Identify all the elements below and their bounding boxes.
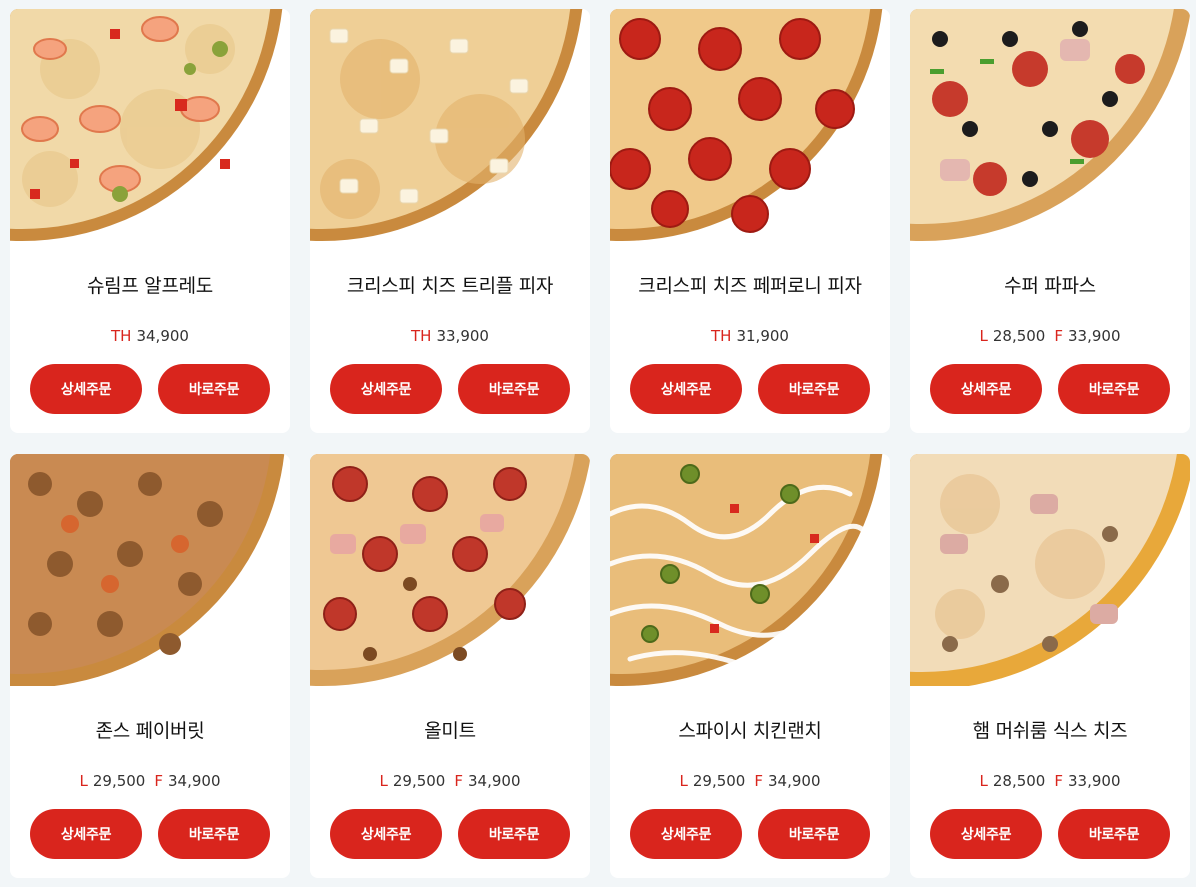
product-name: 햄 머쉬룸 식스 치즈 <box>972 720 1128 742</box>
product-name: 슈림프 알프레도 <box>86 275 213 297</box>
product-price: L 28,500 F 33,900 <box>910 772 1190 790</box>
quick-order-button[interactable]: 바로주문 <box>758 364 870 414</box>
size-label: TH <box>411 327 432 345</box>
price-value: 33,900 <box>1068 327 1121 345</box>
price-value: 33,900 <box>1068 772 1121 790</box>
pizza-image[interactable] <box>910 9 1190 241</box>
pizza-image[interactable] <box>310 9 590 241</box>
product-card: 존스 페이버릿 L 29,500 F 34,900 상세주문 바로주문 <box>10 454 290 878</box>
price-value: 28,500 <box>992 772 1046 790</box>
price-value: 34,900 <box>468 772 521 790</box>
size-label: F <box>1054 772 1063 790</box>
size-label: TH <box>711 327 732 345</box>
size-label: F <box>454 772 463 790</box>
product-price: L 28,500 F 33,900 <box>910 327 1190 345</box>
size-label: TH <box>111 327 132 345</box>
size-label: L <box>79 772 88 790</box>
product-card: 크리스피 치즈 페퍼로니 피자 TH 31,900 상세주문 바로주문 <box>610 9 890 433</box>
product-name: 크리스피 치즈 페퍼로니 피자 <box>638 275 862 297</box>
product-price: L 29,500 F 34,900 <box>10 772 290 790</box>
product-card: 수퍼 파파스 L 28,500 F 33,900 상세주문 바로주문 <box>910 9 1190 433</box>
size-label: L <box>379 772 388 790</box>
pizza-image[interactable] <box>610 454 890 686</box>
product-name: 크리스피 치즈 트리플 피자 <box>346 275 554 297</box>
price-value: 34,900 <box>168 772 221 790</box>
product-name: 올미트 <box>424 720 476 742</box>
price-value: 29,500 <box>92 772 146 790</box>
detail-order-button[interactable]: 상세주문 <box>30 809 142 859</box>
quick-order-button[interactable]: 바로주문 <box>158 364 270 414</box>
quick-order-button[interactable]: 바로주문 <box>158 809 270 859</box>
detail-order-button[interactable]: 상세주문 <box>30 364 142 414</box>
product-name: 존스 페이버릿 <box>95 720 205 742</box>
product-grid: 슈림프 알프레도 TH34,900 상세주문 바로주문 크리스피 치즈 트리플 <box>0 0 1196 887</box>
size-label: L <box>679 772 688 790</box>
product-card: 슈림프 알프레도 TH 34,900 상세주문 바로주문 <box>10 9 290 433</box>
size-label: L <box>979 327 988 345</box>
price-value: 28,500 <box>992 327 1046 345</box>
product-card: 스파이시 치킨랜치 L 29,500 F 34,900 상세주문 바로주문 <box>610 454 890 878</box>
detail-order-button[interactable]: 상세주문 <box>630 364 742 414</box>
detail-order-button[interactable]: 상세주문 <box>930 364 1042 414</box>
price-value: 29,500 <box>692 772 746 790</box>
product-name: 스파이시 치킨랜치 <box>678 720 822 742</box>
product-price: TH 33,900 <box>310 327 590 345</box>
pizza-image[interactable] <box>310 454 590 686</box>
product-card: 햄 머쉬룸 식스 치즈 L 28,500 F 33,900 상세주문 바로주문 <box>910 454 1190 878</box>
product-name: 수퍼 파파스 <box>1004 275 1096 297</box>
quick-order-button[interactable]: 바로주문 <box>458 364 570 414</box>
pizza-image[interactable] <box>10 454 290 686</box>
product-card: 올미트 L 29,500 F 34,900 상세주문 바로주문 <box>310 454 590 878</box>
detail-order-button[interactable]: 상세주문 <box>930 809 1042 859</box>
product-card: 크리스피 치즈 트리플 피자 TH 33,900 상세주문 바로주문 <box>310 9 590 433</box>
pizza-image[interactable] <box>10 9 290 241</box>
detail-order-button[interactable]: 상세주문 <box>630 809 742 859</box>
price-value: 31,900 <box>736 327 789 345</box>
price-value: 34,900 <box>768 772 821 790</box>
size-label: F <box>754 772 763 790</box>
quick-order-button[interactable]: 바로주문 <box>1058 809 1170 859</box>
quick-order-button[interactable]: 바로주문 <box>1058 364 1170 414</box>
price-value: 33,900 <box>436 327 489 345</box>
quick-order-button[interactable]: 바로주문 <box>458 809 570 859</box>
size-label: L <box>979 772 988 790</box>
price-value: 29,500 <box>392 772 446 790</box>
size-label: F <box>154 772 163 790</box>
price-value: 34,900 <box>136 327 189 345</box>
detail-order-button[interactable]: 상세주문 <box>330 364 442 414</box>
detail-order-button[interactable]: 상세주문 <box>330 809 442 859</box>
pizza-image[interactable] <box>910 454 1190 686</box>
product-price: TH 31,900 <box>610 327 890 345</box>
quick-order-button[interactable]: 바로주문 <box>758 809 870 859</box>
product-price: L 29,500 F 34,900 <box>310 772 590 790</box>
pizza-image[interactable] <box>610 9 890 241</box>
product-price: L 29,500 F 34,900 <box>610 772 890 790</box>
size-label: F <box>1054 327 1063 345</box>
product-price: TH 34,900 <box>10 327 290 345</box>
